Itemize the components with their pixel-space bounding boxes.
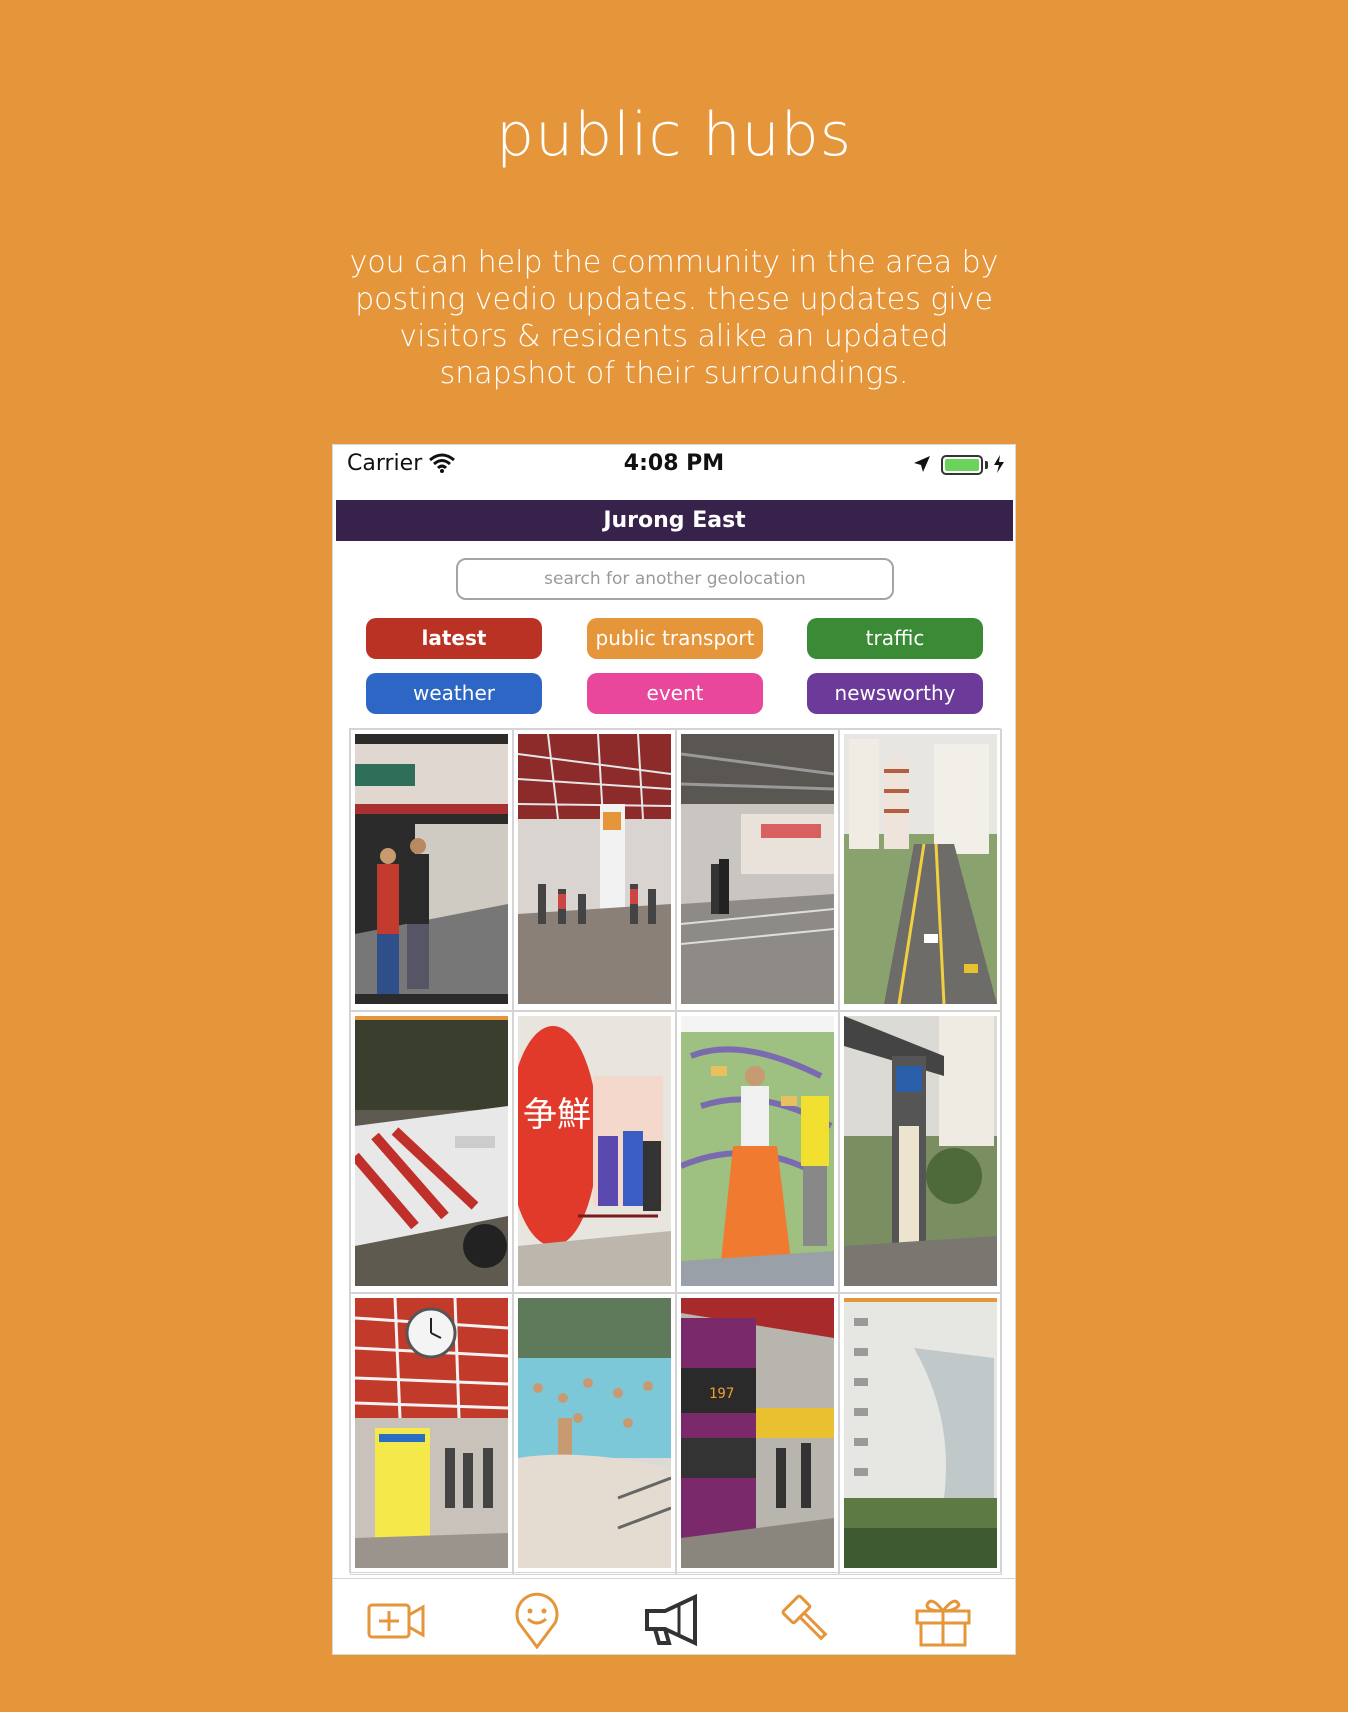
video-thumbnail[interactable] bbox=[350, 729, 513, 1011]
location-arrow-icon bbox=[913, 455, 931, 477]
video-thumbnail-image bbox=[355, 1016, 508, 1286]
video-thumbnail[interactable] bbox=[676, 1011, 839, 1293]
video-thumbnail[interactable] bbox=[839, 1011, 1002, 1293]
video-thumbnail[interactable] bbox=[676, 729, 839, 1011]
video-thumbnail-image bbox=[355, 734, 508, 1004]
page-description: you can help the community in the area b… bbox=[349, 245, 999, 391]
filter-chip-public-transport[interactable]: public transport bbox=[587, 618, 763, 659]
video-thumbnail-image bbox=[844, 1016, 997, 1286]
video-thumbnail-grid: 争鮮 197 bbox=[349, 728, 1002, 1575]
video-thumbnail-image bbox=[518, 734, 671, 1004]
filter-chip-newsworthy[interactable]: newsworthy bbox=[807, 673, 983, 714]
video-thumbnail-image: 争鮮 bbox=[518, 1016, 671, 1286]
video-thumbnail-image bbox=[844, 734, 997, 1004]
video-add-icon[interactable] bbox=[365, 1591, 429, 1649]
battery-tip bbox=[985, 461, 988, 469]
filter-chip-weather[interactable]: weather bbox=[366, 673, 542, 714]
location-header: Jurong East bbox=[336, 500, 1013, 541]
status-bar: Carrier 4:08 PM bbox=[333, 445, 1015, 499]
video-thumbnail[interactable] bbox=[350, 1011, 513, 1293]
video-thumbnail[interactable] bbox=[839, 1293, 1002, 1575]
video-thumbnail-image bbox=[681, 1016, 834, 1286]
battery-icon bbox=[941, 455, 983, 475]
megaphone-icon[interactable] bbox=[643, 1591, 707, 1649]
tabbar-divider bbox=[333, 1654, 1015, 1655]
video-thumbnail[interactable] bbox=[513, 1293, 676, 1575]
video-thumbnail[interactable] bbox=[513, 729, 676, 1011]
video-thumbnail[interactable]: 197 bbox=[676, 1293, 839, 1575]
svg-text:197: 197 bbox=[709, 1386, 734, 1402]
video-thumbnail[interactable]: 争鮮 bbox=[513, 1011, 676, 1293]
gavel-icon[interactable] bbox=[775, 1591, 839, 1649]
page-title: public hubs bbox=[496, 100, 852, 170]
video-thumbnail-image bbox=[518, 1298, 671, 1568]
video-thumbnail[interactable] bbox=[839, 729, 1002, 1011]
gift-icon[interactable] bbox=[911, 1591, 975, 1649]
geolocation-search-input[interactable]: search for another geolocation bbox=[456, 558, 894, 600]
bottom-tab-bar bbox=[333, 1578, 1015, 1655]
svg-text:争鮮: 争鮮 bbox=[523, 1095, 591, 1135]
filter-chip-traffic[interactable]: traffic bbox=[807, 618, 983, 659]
filter-chip-latest[interactable]: latest bbox=[366, 618, 542, 659]
video-thumbnail[interactable] bbox=[350, 1293, 513, 1575]
video-thumbnail-image bbox=[355, 1298, 508, 1568]
video-thumbnail-image bbox=[844, 1298, 997, 1568]
phone-screen: Carrier 4:08 PM Jurong East search for a… bbox=[332, 444, 1016, 1655]
location-smiley-icon[interactable] bbox=[505, 1591, 569, 1650]
filter-chip-event[interactable]: event bbox=[587, 673, 763, 714]
video-thumbnail-image bbox=[681, 734, 834, 1004]
charging-bolt-icon bbox=[993, 455, 1005, 477]
video-thumbnail-image: 197 bbox=[681, 1298, 834, 1568]
